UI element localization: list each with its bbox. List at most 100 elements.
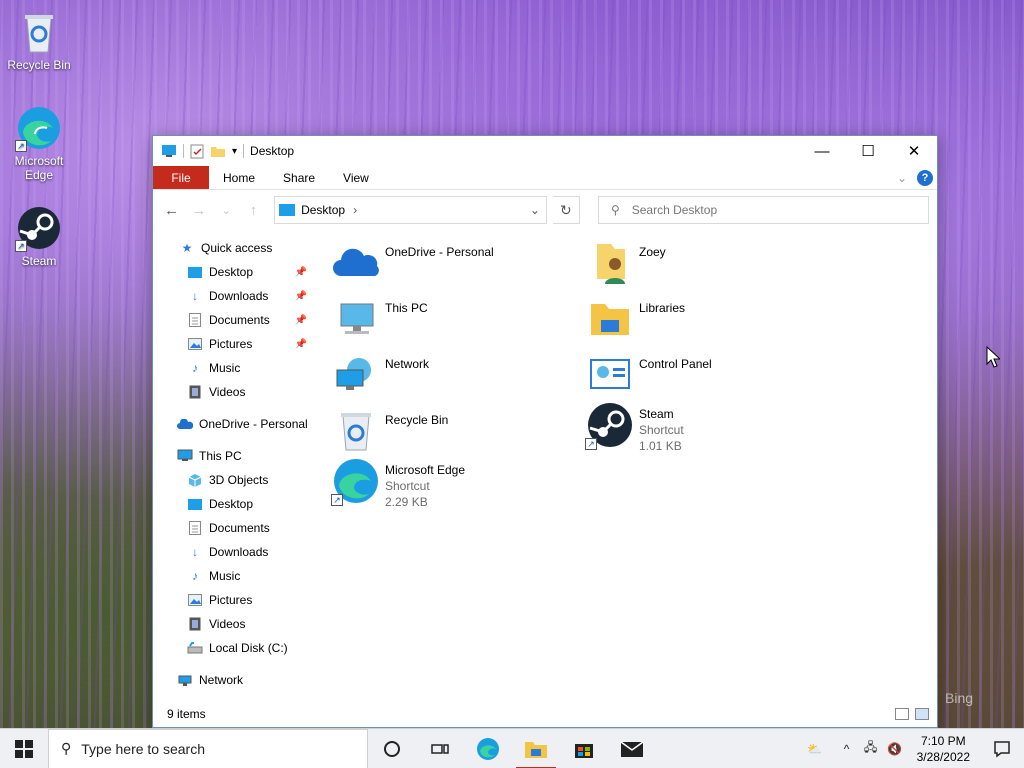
download-icon: ↓ — [192, 289, 198, 303]
tree-item-documents[interactable]: Documents 📌 — [153, 308, 313, 332]
edge-icon: ↗ — [15, 104, 63, 152]
taskbar-mail[interactable] — [608, 729, 656, 768]
file-name: Recycle Bin — [385, 413, 449, 427]
expand-ribbon-icon[interactable]: ⌄ — [897, 171, 907, 185]
address-dropdown-icon[interactable]: ⌄ — [524, 203, 546, 217]
file-item-recycle-bin[interactable]: Recycle Bin — [331, 406, 581, 456]
refresh-button[interactable]: ↻ — [552, 196, 580, 224]
file-item-edge[interactable]: ↗ Microsoft Edge Shortcut 2.29 KB — [331, 456, 581, 510]
tree-label: Downloads — [209, 545, 269, 559]
file-name: Steam — [639, 407, 674, 421]
up-button[interactable]: ↑ — [243, 199, 264, 221]
minimize-button[interactable]: — — [799, 136, 845, 166]
clock[interactable]: 7:10 PM 3/28/2022 — [907, 733, 980, 765]
new-folder-icon[interactable] — [210, 144, 226, 158]
start-button[interactable] — [0, 729, 48, 768]
tab-share[interactable]: Share — [269, 166, 329, 189]
address-bar[interactable]: Desktop › ⌄ — [274, 196, 547, 224]
tree-item-local-disk[interactable]: Local Disk (C:) — [153, 636, 313, 660]
desktop-icon-label: Microsoft Edge — [14, 154, 64, 182]
tree-item-downloads[interactable]: ↓ Downloads 📌 — [153, 284, 313, 308]
maximize-button[interactable]: ☐ — [845, 136, 891, 166]
task-view-button[interactable] — [416, 729, 464, 768]
mouse-cursor-icon — [986, 346, 1000, 368]
pictures-icon — [187, 336, 203, 352]
address-current[interactable]: Desktop — [301, 203, 345, 217]
tab-file[interactable]: File — [153, 166, 209, 189]
close-button[interactable]: ✕ — [891, 136, 937, 166]
tree-item-videos[interactable]: Videos — [153, 612, 313, 636]
desktop-icon-recycle-bin[interactable]: Recycle Bin — [6, 8, 72, 72]
system-tray: ⛅ ^ 🖧 🔇 7:10 PM 3/28/2022 — [795, 729, 1024, 768]
tree-label: Downloads — [209, 289, 269, 303]
clock-time: 7:10 PM — [920, 733, 966, 748]
file-name: OneDrive - Personal — [385, 245, 494, 259]
file-item-this-pc[interactable]: This PC — [331, 294, 581, 344]
shortcut-arrow-icon: ↗ — [585, 438, 597, 450]
tree-item-3d-objects[interactable]: 3D Objects — [153, 468, 313, 492]
action-center-button[interactable] — [980, 740, 1024, 758]
tab-home[interactable]: Home — [209, 166, 269, 189]
volume-muted-icon[interactable]: 🔇 — [883, 742, 907, 756]
file-item-control-panel[interactable]: Control Panel — [585, 350, 835, 400]
file-item-steam[interactable]: ↗ Steam Shortcut 1.01 KB — [585, 400, 835, 454]
tab-view[interactable]: View — [329, 166, 383, 189]
steam-icon: ↗ — [15, 204, 63, 252]
tree-item-desktop[interactable]: Desktop — [153, 492, 313, 516]
taskbar-edge[interactable] — [464, 729, 512, 768]
tree-label: Videos — [209, 385, 246, 399]
cortana-button[interactable] — [368, 729, 416, 768]
videos-icon — [187, 616, 203, 632]
search-input[interactable]: ⚲ Search Desktop — [597, 196, 929, 224]
tree-label: This PC — [199, 449, 242, 463]
windows-logo-icon — [15, 739, 33, 758]
tree-item-pictures[interactable]: Pictures — [153, 588, 313, 612]
details-view-icon[interactable] — [895, 708, 909, 720]
file-item-network[interactable]: Network — [331, 350, 581, 400]
tree-this-pc[interactable]: This PC — [153, 444, 313, 468]
file-item-onedrive[interactable]: OneDrive - Personal — [331, 238, 581, 288]
notification-icon — [994, 740, 1010, 757]
desktop-icon-label: Steam — [21, 254, 57, 268]
tree-onedrive[interactable]: OneDrive - Personal — [153, 412, 313, 436]
large-icons-view-icon[interactable] — [915, 708, 929, 720]
title-bar[interactable]: ▾ Desktop — ☐ ✕ — [153, 136, 937, 166]
network-status-icon[interactable]: 🖧 — [859, 738, 883, 759]
file-item-zoey[interactable]: Zoey — [585, 238, 835, 288]
file-item-libraries[interactable]: Libraries — [585, 294, 835, 344]
edge-icon: ↗ — [331, 456, 381, 506]
document-icon — [187, 312, 203, 328]
desktop-icon-edge[interactable]: ↗ Microsoft Edge — [6, 104, 72, 182]
tree-item-downloads[interactable]: ↓ Downloads — [153, 540, 313, 564]
show-hidden-icons-button[interactable]: ^ — [835, 742, 859, 756]
recent-locations-button[interactable]: ⌄ — [216, 199, 237, 221]
taskbar-store[interactable] — [560, 729, 608, 768]
tree-item-documents[interactable]: Documents — [153, 516, 313, 540]
forward-button[interactable]: → — [188, 199, 209, 221]
taskbar-search-box[interactable]: ⚲ Type here to search — [48, 728, 368, 768]
tree-item-videos[interactable]: Videos — [153, 380, 313, 404]
desktop-icon-steam[interactable]: ↗ Steam — [6, 204, 72, 268]
recycle-bin-icon — [15, 8, 63, 56]
videos-icon — [187, 384, 203, 400]
tree-label: Music — [209, 361, 241, 375]
tree-item-pictures[interactable]: Pictures 📌 — [153, 332, 313, 356]
user-folder-icon — [585, 238, 635, 288]
tree-item-music[interactable]: ♪ Music — [153, 564, 313, 588]
document-icon — [187, 520, 203, 536]
toolbar-divider — [243, 144, 245, 158]
tree-network[interactable]: Network — [153, 668, 313, 692]
customize-toolbar-icon[interactable]: ▾ — [232, 146, 237, 157]
taskbar-file-explorer[interactable] — [512, 729, 560, 768]
properties-icon[interactable] — [190, 143, 204, 159]
search-icon: ⚲ — [610, 203, 620, 217]
tree-item-desktop[interactable]: Desktop 📌 — [153, 260, 313, 284]
edge-icon — [477, 737, 499, 760]
address-chevron-icon[interactable]: › — [353, 203, 357, 217]
back-button[interactable]: ← — [161, 199, 182, 221]
tree-quick-access[interactable]: ★ Quick access — [153, 236, 313, 260]
help-icon[interactable]: ? — [917, 169, 933, 186]
tree-item-music[interactable]: ♪ Music — [153, 356, 313, 380]
weather-icon[interactable]: ⛅ — [795, 742, 835, 756]
file-size: 2.29 KB — [385, 495, 428, 509]
